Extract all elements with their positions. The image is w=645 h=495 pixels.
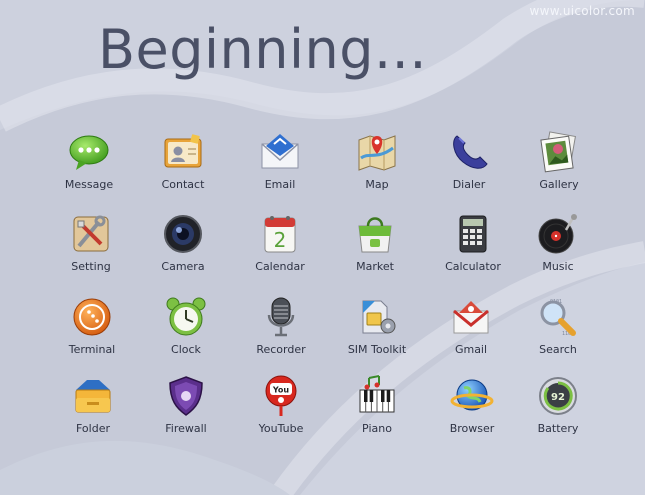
app-setting[interactable]: Setting [46, 212, 136, 273]
battery-icon: 92 [539, 377, 577, 415]
music-icon [538, 214, 577, 254]
app-message[interactable]: Message [44, 130, 134, 191]
app-label: Music [542, 260, 574, 273]
app-market[interactable]: Market [330, 212, 420, 273]
app-label: Map [365, 178, 389, 191]
app-label: Piano [362, 422, 392, 435]
gallery-icon [540, 131, 576, 173]
app-label: Clock [171, 343, 201, 356]
app-calculator[interactable]: Calculator [428, 212, 518, 273]
app-search[interactable]: 0101110 Search [513, 295, 603, 356]
app-label: Setting [71, 260, 111, 273]
dialer-icon [453, 135, 488, 169]
app-email[interactable]: Email [235, 130, 325, 191]
app-grid: Message Contact Email Map Dialer Gallery… [0, 0, 645, 495]
app-terminal[interactable]: Terminal [47, 295, 137, 356]
setting-icon [73, 215, 109, 252]
map-icon [358, 135, 396, 171]
app-label: Browser [449, 422, 495, 435]
app-battery[interactable]: 92 Battery [513, 374, 603, 435]
app-folder[interactable]: Folder [48, 374, 138, 435]
app-map[interactable]: Map [332, 130, 422, 191]
app-label: Terminal [68, 343, 116, 356]
terminal-icon [73, 298, 111, 336]
app-browser[interactable]: Browser [427, 374, 517, 435]
folder-icon [75, 380, 111, 413]
app-clock[interactable]: Clock [141, 295, 231, 356]
firewall-icon [169, 376, 203, 416]
calculator-icon [459, 215, 487, 253]
app-label: Gmail [454, 343, 488, 356]
camera-icon [164, 215, 202, 253]
search-icon: 0101110 [540, 299, 576, 337]
clock-icon [166, 297, 206, 336]
app-calendar[interactable]: 2 Calendar [235, 212, 325, 273]
app-music[interactable]: Music [513, 212, 603, 273]
battery-level-text: 92 [551, 392, 565, 403]
app-label: Message [64, 178, 114, 191]
calendar-day: 2 [274, 228, 287, 252]
app-camera[interactable]: Camera [138, 212, 228, 273]
app-label: Camera [161, 260, 205, 273]
app-label: Calculator [445, 260, 501, 273]
youtube-icon: You [265, 375, 297, 416]
app-label: Market [356, 260, 394, 273]
app-label: YouTube [258, 422, 304, 435]
app-label: SIM Toolkit [347, 343, 407, 356]
app-sim-toolkit[interactable]: SIM Toolkit [332, 295, 422, 356]
sim-toolkit-icon [362, 300, 396, 334]
app-label: Recorder [256, 343, 306, 356]
app-piano[interactable]: Piano [332, 374, 422, 435]
app-dialer[interactable]: Dialer [424, 130, 514, 191]
app-recorder[interactable]: Recorder [236, 295, 326, 356]
app-label: Email [264, 178, 296, 191]
app-firewall[interactable]: Firewall [141, 374, 231, 435]
contact-icon [164, 134, 202, 168]
app-label: Dialer [452, 178, 486, 191]
app-label: Gallery [539, 178, 579, 191]
market-icon [358, 217, 392, 253]
app-gmail[interactable]: Gmail [426, 295, 516, 356]
app-contact[interactable]: Contact [138, 130, 228, 191]
gmail-icon [453, 301, 489, 334]
piano-icon [359, 375, 395, 413]
app-label: Firewall [165, 422, 207, 435]
app-youtube[interactable]: You YouTube [236, 374, 326, 435]
email-icon [261, 134, 299, 169]
app-label: Search [539, 343, 577, 356]
app-label: Folder [76, 422, 110, 435]
youtube-badge-text: You [272, 386, 290, 395]
app-label: Battery [537, 422, 579, 435]
app-label: Calendar [255, 260, 305, 273]
app-label: Contact [161, 178, 205, 191]
browser-icon [450, 379, 494, 411]
calendar-icon: 2 [264, 216, 296, 253]
recorder-icon [267, 297, 295, 337]
message-icon [69, 135, 109, 170]
app-gallery[interactable]: Gallery [514, 130, 604, 191]
